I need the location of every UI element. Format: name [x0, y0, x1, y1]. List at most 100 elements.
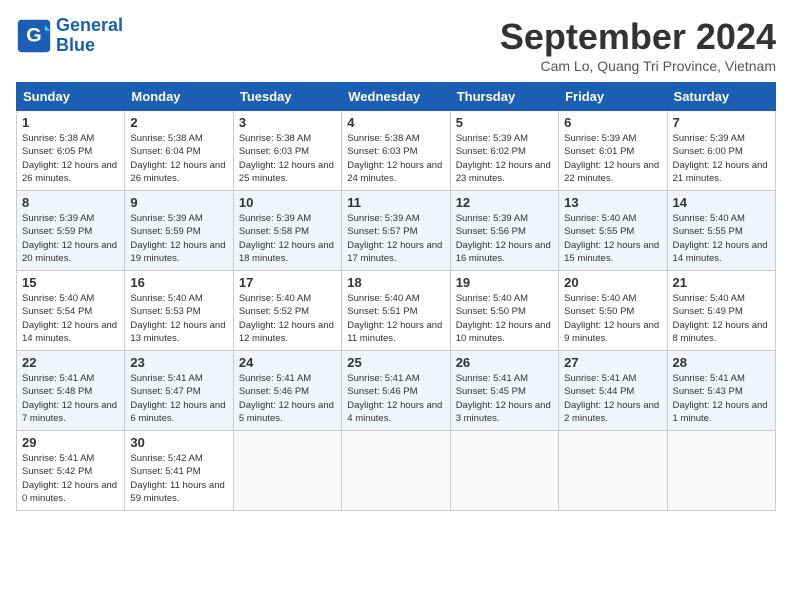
day-number: 4: [347, 115, 444, 130]
day-info: Sunrise: 5:41 AM Sunset: 5:42 PM Dayligh…: [22, 452, 119, 505]
month-title: September 2024: [500, 16, 776, 58]
calendar-header-tuesday: Tuesday: [233, 83, 341, 111]
day-info: Sunrise: 5:41 AM Sunset: 5:43 PM Dayligh…: [673, 372, 770, 425]
calendar-header-monday: Monday: [125, 83, 233, 111]
calendar-cell: [233, 431, 341, 511]
calendar-cell: 2 Sunrise: 5:38 AM Sunset: 6:04 PM Dayli…: [125, 111, 233, 191]
day-number: 27: [564, 355, 661, 370]
day-number: 30: [130, 435, 227, 450]
day-number: 12: [456, 195, 553, 210]
day-number: 7: [673, 115, 770, 130]
calendar-cell: 3 Sunrise: 5:38 AM Sunset: 6:03 PM Dayli…: [233, 111, 341, 191]
calendar-table: SundayMondayTuesdayWednesdayThursdayFrid…: [16, 82, 776, 511]
calendar-cell: 5 Sunrise: 5:39 AM Sunset: 6:02 PM Dayli…: [450, 111, 558, 191]
header: G General Blue September 2024 Cam Lo, Qu…: [16, 16, 776, 74]
day-info: Sunrise: 5:39 AM Sunset: 5:56 PM Dayligh…: [456, 212, 553, 265]
day-number: 15: [22, 275, 119, 290]
day-number: 22: [22, 355, 119, 370]
logo-icon: G: [16, 18, 52, 54]
calendar-cell: 20 Sunrise: 5:40 AM Sunset: 5:50 PM Dayl…: [559, 271, 667, 351]
day-info: Sunrise: 5:39 AM Sunset: 5:59 PM Dayligh…: [130, 212, 227, 265]
calendar-cell: [450, 431, 558, 511]
logo-line1: General: [56, 15, 123, 35]
calendar-cell: 29 Sunrise: 5:41 AM Sunset: 5:42 PM Dayl…: [17, 431, 125, 511]
calendar-cell: 16 Sunrise: 5:40 AM Sunset: 5:53 PM Dayl…: [125, 271, 233, 351]
calendar-week-row: 29 Sunrise: 5:41 AM Sunset: 5:42 PM Dayl…: [17, 431, 776, 511]
day-number: 14: [673, 195, 770, 210]
day-number: 9: [130, 195, 227, 210]
calendar-cell: 9 Sunrise: 5:39 AM Sunset: 5:59 PM Dayli…: [125, 191, 233, 271]
calendar-week-row: 15 Sunrise: 5:40 AM Sunset: 5:54 PM Dayl…: [17, 271, 776, 351]
day-info: Sunrise: 5:40 AM Sunset: 5:55 PM Dayligh…: [564, 212, 661, 265]
day-number: 25: [347, 355, 444, 370]
calendar-cell: 25 Sunrise: 5:41 AM Sunset: 5:46 PM Dayl…: [342, 351, 450, 431]
calendar-cell: 28 Sunrise: 5:41 AM Sunset: 5:43 PM Dayl…: [667, 351, 775, 431]
day-info: Sunrise: 5:39 AM Sunset: 6:00 PM Dayligh…: [673, 132, 770, 185]
calendar-cell: 27 Sunrise: 5:41 AM Sunset: 5:44 PM Dayl…: [559, 351, 667, 431]
day-info: Sunrise: 5:41 AM Sunset: 5:48 PM Dayligh…: [22, 372, 119, 425]
calendar-cell: 23 Sunrise: 5:41 AM Sunset: 5:47 PM Dayl…: [125, 351, 233, 431]
day-number: 19: [456, 275, 553, 290]
calendar-cell: 7 Sunrise: 5:39 AM Sunset: 6:00 PM Dayli…: [667, 111, 775, 191]
day-info: Sunrise: 5:38 AM Sunset: 6:03 PM Dayligh…: [239, 132, 336, 185]
day-info: Sunrise: 5:41 AM Sunset: 5:47 PM Dayligh…: [130, 372, 227, 425]
day-number: 28: [673, 355, 770, 370]
day-number: 1: [22, 115, 119, 130]
day-info: Sunrise: 5:40 AM Sunset: 5:54 PM Dayligh…: [22, 292, 119, 345]
calendar-cell: 11 Sunrise: 5:39 AM Sunset: 5:57 PM Dayl…: [342, 191, 450, 271]
calendar-cell: 18 Sunrise: 5:40 AM Sunset: 5:51 PM Dayl…: [342, 271, 450, 351]
calendar-header-wednesday: Wednesday: [342, 83, 450, 111]
calendar-cell: 26 Sunrise: 5:41 AM Sunset: 5:45 PM Dayl…: [450, 351, 558, 431]
calendar-header-friday: Friday: [559, 83, 667, 111]
calendar-header-saturday: Saturday: [667, 83, 775, 111]
calendar-week-row: 22 Sunrise: 5:41 AM Sunset: 5:48 PM Dayl…: [17, 351, 776, 431]
calendar-cell: 19 Sunrise: 5:40 AM Sunset: 5:50 PM Dayl…: [450, 271, 558, 351]
day-info: Sunrise: 5:38 AM Sunset: 6:04 PM Dayligh…: [130, 132, 227, 185]
day-info: Sunrise: 5:42 AM Sunset: 5:41 PM Dayligh…: [130, 452, 227, 505]
calendar-cell: [667, 431, 775, 511]
calendar-cell: 1 Sunrise: 5:38 AM Sunset: 6:05 PM Dayli…: [17, 111, 125, 191]
day-number: 10: [239, 195, 336, 210]
calendar-cell: 8 Sunrise: 5:39 AM Sunset: 5:59 PM Dayli…: [17, 191, 125, 271]
calendar-cell: 22 Sunrise: 5:41 AM Sunset: 5:48 PM Dayl…: [17, 351, 125, 431]
calendar-week-row: 8 Sunrise: 5:39 AM Sunset: 5:59 PM Dayli…: [17, 191, 776, 271]
day-info: Sunrise: 5:40 AM Sunset: 5:50 PM Dayligh…: [564, 292, 661, 345]
day-number: 20: [564, 275, 661, 290]
calendar-cell: 30 Sunrise: 5:42 AM Sunset: 5:41 PM Dayl…: [125, 431, 233, 511]
day-number: 17: [239, 275, 336, 290]
day-info: Sunrise: 5:41 AM Sunset: 5:46 PM Dayligh…: [239, 372, 336, 425]
day-number: 18: [347, 275, 444, 290]
day-info: Sunrise: 5:41 AM Sunset: 5:44 PM Dayligh…: [564, 372, 661, 425]
calendar-cell: 12 Sunrise: 5:39 AM Sunset: 5:56 PM Dayl…: [450, 191, 558, 271]
day-number: 21: [673, 275, 770, 290]
calendar-cell: 14 Sunrise: 5:40 AM Sunset: 5:55 PM Dayl…: [667, 191, 775, 271]
calendar-cell: 6 Sunrise: 5:39 AM Sunset: 6:01 PM Dayli…: [559, 111, 667, 191]
day-number: 29: [22, 435, 119, 450]
calendar-header-row: SundayMondayTuesdayWednesdayThursdayFrid…: [17, 83, 776, 111]
day-info: Sunrise: 5:41 AM Sunset: 5:46 PM Dayligh…: [347, 372, 444, 425]
day-number: 2: [130, 115, 227, 130]
day-info: Sunrise: 5:40 AM Sunset: 5:52 PM Dayligh…: [239, 292, 336, 345]
day-info: Sunrise: 5:39 AM Sunset: 5:58 PM Dayligh…: [239, 212, 336, 265]
svg-text:G: G: [26, 24, 41, 46]
day-info: Sunrise: 5:38 AM Sunset: 6:05 PM Dayligh…: [22, 132, 119, 185]
day-number: 13: [564, 195, 661, 210]
logo-line2: Blue: [56, 35, 95, 55]
calendar-cell: 10 Sunrise: 5:39 AM Sunset: 5:58 PM Dayl…: [233, 191, 341, 271]
day-number: 5: [456, 115, 553, 130]
calendar-header-sunday: Sunday: [17, 83, 125, 111]
calendar-header-thursday: Thursday: [450, 83, 558, 111]
day-info: Sunrise: 5:39 AM Sunset: 5:59 PM Dayligh…: [22, 212, 119, 265]
day-info: Sunrise: 5:39 AM Sunset: 6:01 PM Dayligh…: [564, 132, 661, 185]
day-info: Sunrise: 5:39 AM Sunset: 6:02 PM Dayligh…: [456, 132, 553, 185]
day-number: 8: [22, 195, 119, 210]
day-number: 23: [130, 355, 227, 370]
day-number: 11: [347, 195, 444, 210]
day-info: Sunrise: 5:40 AM Sunset: 5:49 PM Dayligh…: [673, 292, 770, 345]
logo: G General Blue: [16, 16, 123, 56]
calendar-cell: 15 Sunrise: 5:40 AM Sunset: 5:54 PM Dayl…: [17, 271, 125, 351]
day-info: Sunrise: 5:40 AM Sunset: 5:51 PM Dayligh…: [347, 292, 444, 345]
day-info: Sunrise: 5:41 AM Sunset: 5:45 PM Dayligh…: [456, 372, 553, 425]
day-number: 24: [239, 355, 336, 370]
day-number: 6: [564, 115, 661, 130]
